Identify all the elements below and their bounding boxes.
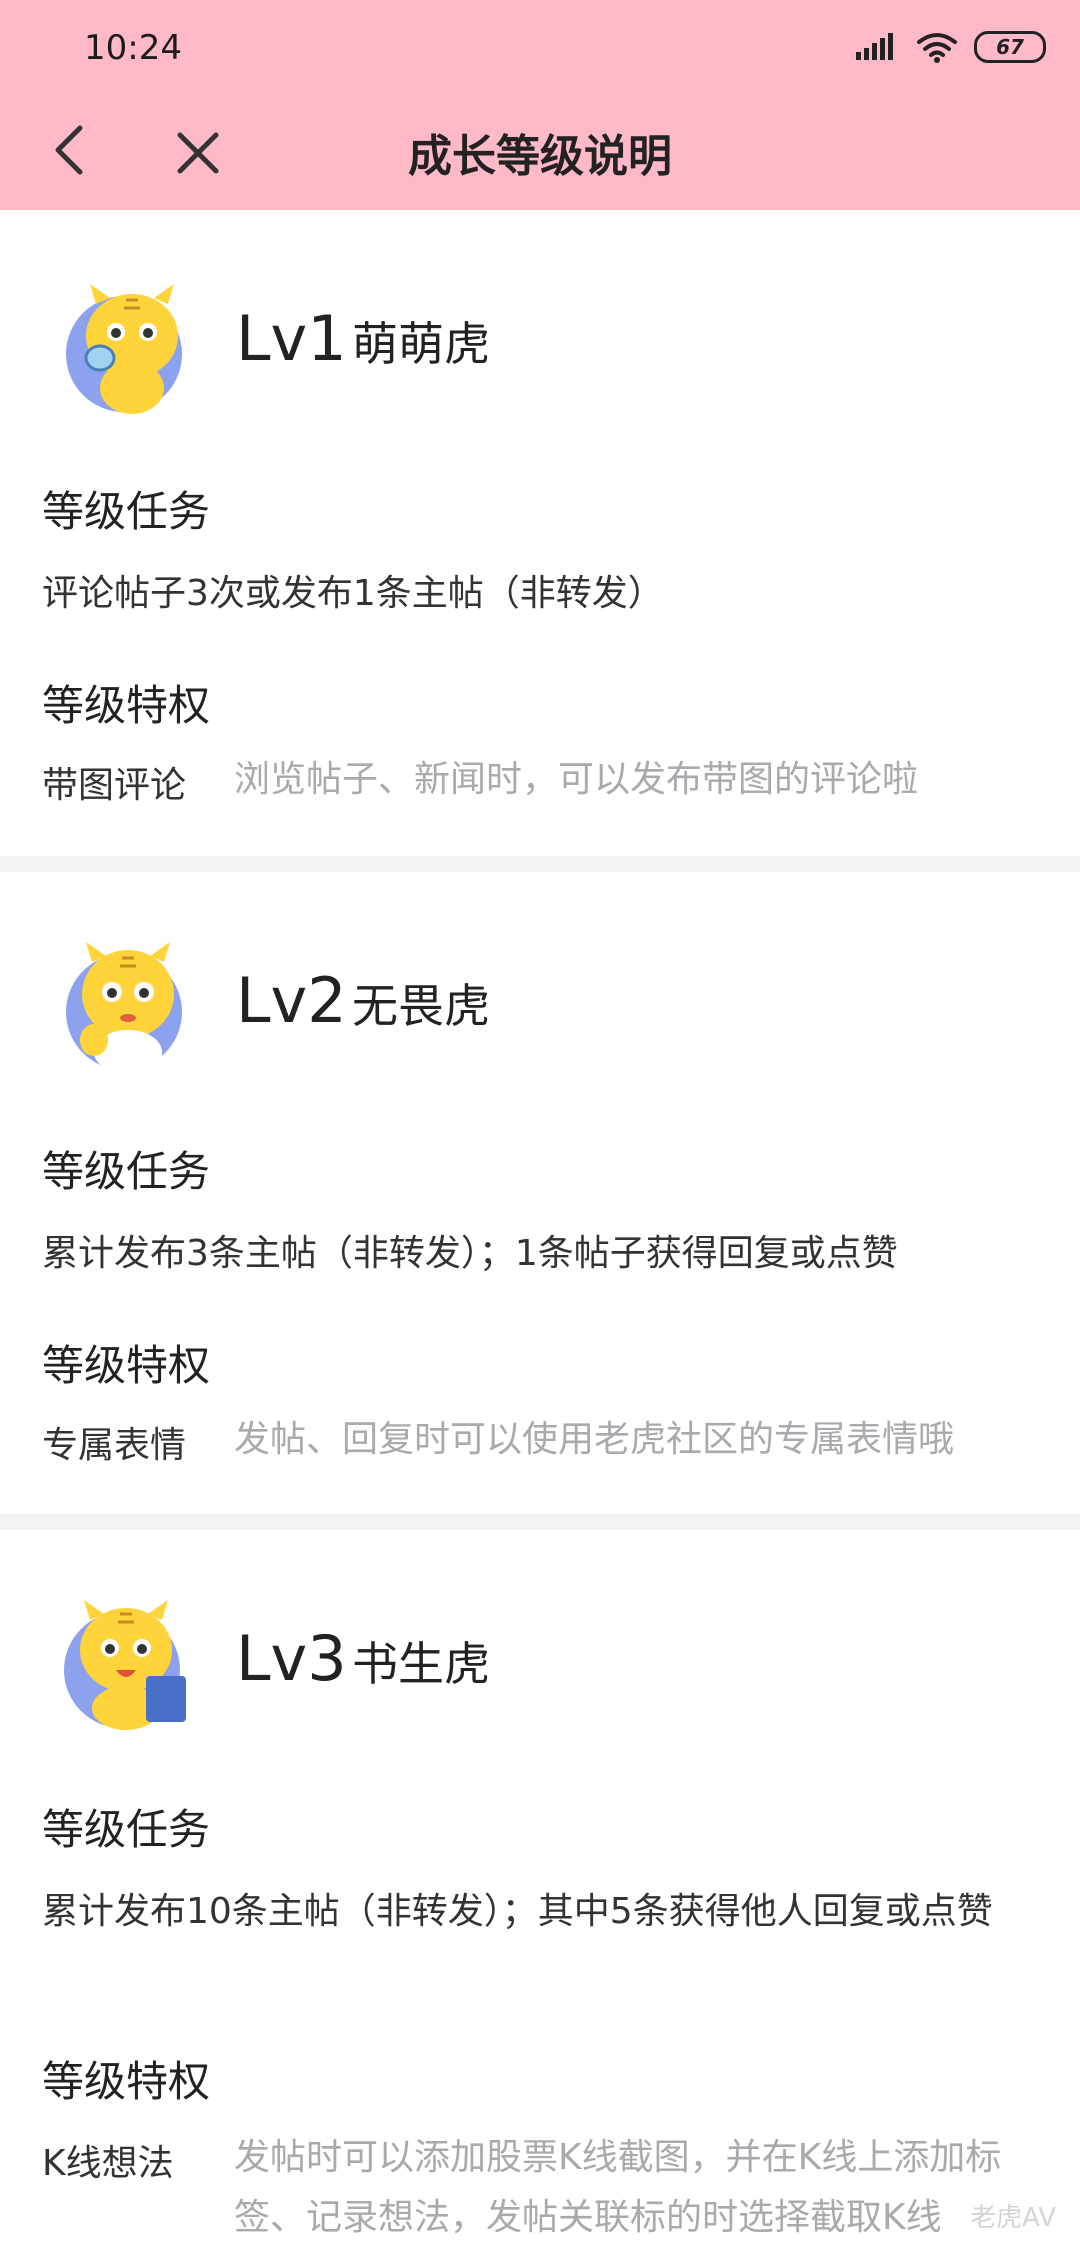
task-text: 评论帖子3次或发布1条主帖（非转发） xyxy=(42,573,664,614)
task-text: 累计发布10条主帖（非转发）；其中5条获得他人回复或点赞 xyxy=(42,1891,993,1932)
privilege-label: 专属表情 xyxy=(42,1425,187,1466)
tiger-avatar-lv2 xyxy=(66,942,182,1074)
battery-indicator: 67 xyxy=(974,31,1046,63)
task-text: 累计发布3条主帖（非转发）；1条帖子获得回复或点赞 xyxy=(42,1233,898,1274)
privilege-label: K线想法 xyxy=(42,2143,174,2184)
level-number: Lv1 xyxy=(236,302,347,375)
watermark: 老虎AV xyxy=(970,2203,1056,2233)
privilege-description: 发帖时可以添加股票K线截图，并在K线上添加标签、记录想法，发帖关联标的时选择截取… xyxy=(234,2137,1002,2238)
level-name: 萌萌虎 xyxy=(352,317,490,371)
task-heading: 等级任务 xyxy=(42,487,211,536)
level-number: Lv3 xyxy=(236,1622,347,1695)
privilege-description: 浏览帖子、新闻时，可以发布带图的评论啦 xyxy=(234,759,919,800)
level-number: Lv2 xyxy=(236,964,347,1037)
status-icons: 67 xyxy=(856,30,1046,64)
privilege-heading: 等级特权 xyxy=(42,1341,211,1390)
app-header: 10:24 67 成长等级说明 xyxy=(0,0,1080,210)
level-card-2: Lv2 无畏虎 等级任务 累计发布3条主帖（非转发）；1条帖子获得回复或点赞 等… xyxy=(0,872,1080,1514)
privilege-description: 发帖、回复时可以使用老虎社区的专属表情哦 xyxy=(234,1419,955,1460)
privilege-heading: 等级特权 xyxy=(42,681,211,730)
level-name: 无畏虎 xyxy=(352,979,490,1033)
level-card-1: Lv1 萌萌虎 等级任务 评论帖子3次或发布1条主帖（非转发） 等级特权 带图评… xyxy=(0,210,1080,856)
privilege-label: 带图评论 xyxy=(42,765,187,806)
task-heading: 等级任务 xyxy=(42,1805,211,1854)
privilege-heading: 等级特权 xyxy=(42,2057,211,2106)
wifi-icon xyxy=(917,33,957,63)
section-divider xyxy=(0,1514,1080,1530)
signal-icon xyxy=(856,33,893,60)
status-time: 10:24 xyxy=(84,28,182,68)
section-divider xyxy=(0,856,1080,872)
level-card-3: Lv3 书生虎 等级任务 累计发布10条主帖（非转发）；其中5条获得他人回复或点… xyxy=(0,1530,1080,2248)
level-name: 书生虎 xyxy=(352,1637,490,1691)
page-title: 成长等级说明 xyxy=(408,131,672,182)
task-heading: 等级任务 xyxy=(42,1147,211,1196)
tiger-avatar-lv1 xyxy=(66,284,182,414)
tiger-avatar-lv3 xyxy=(64,1600,186,1730)
